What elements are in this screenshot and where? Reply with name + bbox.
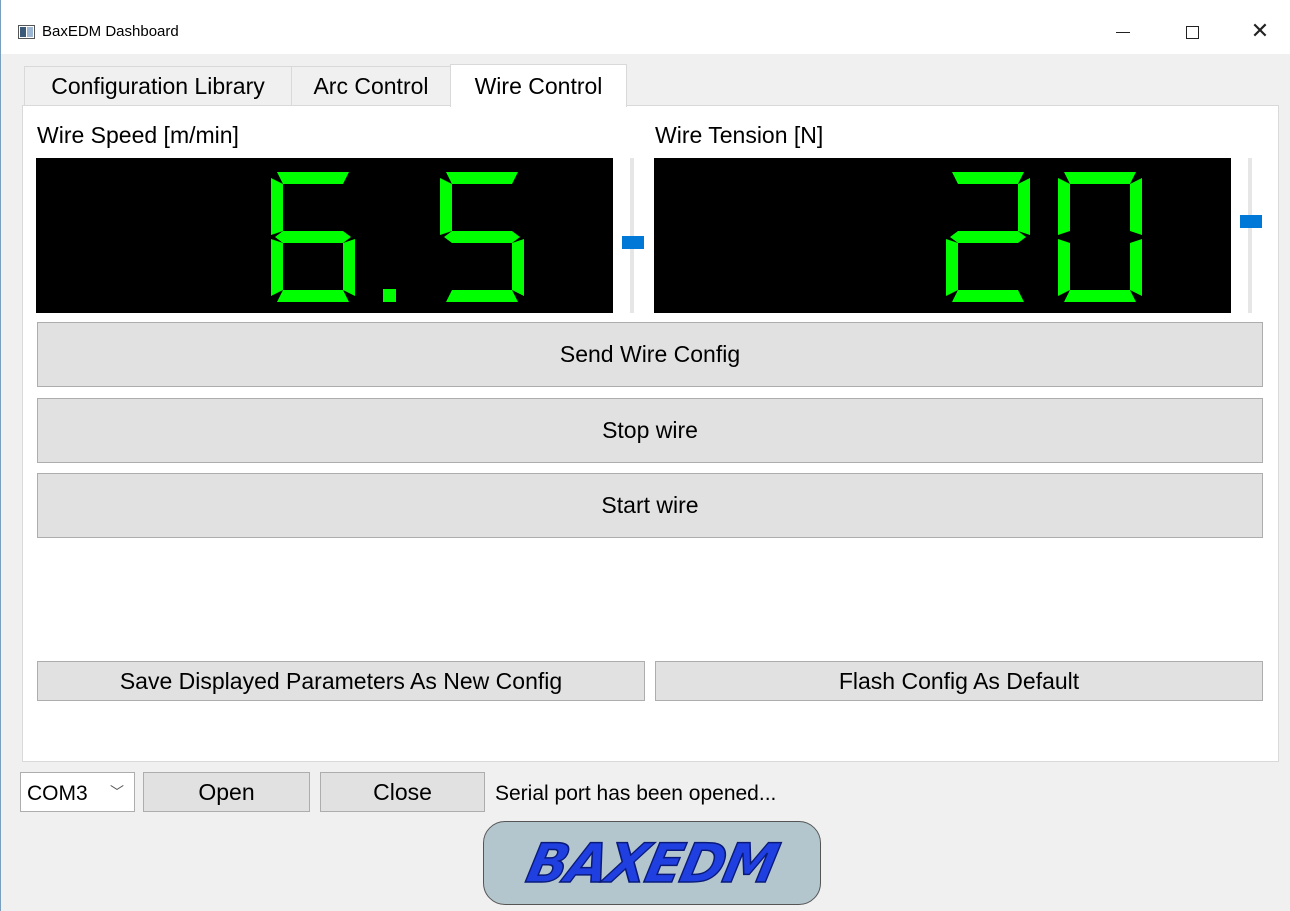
lcd-decimal-point [383, 289, 396, 302]
lcd-segment [446, 172, 518, 184]
app-icon [18, 25, 35, 39]
lcd-segment [950, 231, 1026, 243]
wire-speed-lcd [36, 158, 613, 313]
close-icon: ✕ [1250, 19, 1270, 44]
lcd-segment [446, 290, 518, 302]
lcd-segment [271, 178, 283, 235]
lcd-segment [1064, 290, 1136, 302]
lcd-segment [444, 231, 520, 243]
wire-tension-slider[interactable] [1248, 158, 1252, 313]
lcd-segment [1064, 172, 1136, 184]
lcd-segment [343, 239, 355, 296]
baxedm-logo: BAXEDM [483, 821, 821, 905]
flash-config-button[interactable]: Flash Config As Default [655, 661, 1263, 701]
serial-status: Serial port has been opened... [495, 782, 777, 805]
maximize-button[interactable] [1169, 14, 1215, 50]
save-config-button[interactable]: Save Displayed Parameters As New Config [37, 661, 645, 701]
wire-tension-slider-handle[interactable] [1240, 215, 1262, 228]
lcd-segment [440, 178, 452, 235]
close-window-button[interactable]: ✕ [1237, 14, 1283, 50]
stop-wire-button[interactable]: Stop wire [37, 398, 1263, 463]
start-wire-button[interactable]: Start wire [37, 473, 1263, 538]
com-port-select[interactable]: COM3 ﹀ [20, 772, 135, 812]
send-wire-config-button[interactable]: Send Wire Config [37, 322, 1263, 387]
wire-speed-label: Wire Speed [m/min] [37, 122, 239, 148]
lcd-segment [1130, 239, 1142, 296]
wire-tension-lcd-digits [946, 172, 1142, 302]
wire-speed-lcd-digits [271, 172, 524, 302]
lcd-segment [1130, 178, 1142, 235]
app-window: BaxEDM Dashboard ✕ Configuration Library… [0, 0, 1290, 911]
close-port-button[interactable]: Close [320, 772, 485, 812]
wire-tension-label: Wire Tension [N] [655, 122, 824, 148]
minimize-button[interactable] [1100, 14, 1146, 50]
open-port-button[interactable]: Open [143, 772, 310, 812]
lcd-segment [271, 239, 283, 296]
wire-tension-lcd [654, 158, 1231, 313]
tab-wire-control[interactable]: Wire Control [450, 64, 627, 107]
lcd-segment [512, 239, 524, 296]
minimize-icon [1116, 31, 1130, 33]
lcd-segment [275, 231, 351, 243]
logo-text: BAXEDM [521, 831, 784, 896]
lcd-segment [277, 290, 349, 302]
lcd-segment [1058, 239, 1070, 296]
title-bar: BaxEDM Dashboard ✕ [1, 0, 1290, 54]
lcd-segment [952, 290, 1024, 302]
lcd-segment [277, 172, 349, 184]
lcd-segment [1018, 178, 1030, 235]
wire-speed-slider-handle[interactable] [622, 236, 644, 249]
lcd-segment [1058, 178, 1070, 235]
tab-configuration-library[interactable]: Configuration Library [24, 66, 292, 106]
maximize-icon [1185, 25, 1199, 39]
tab-arc-control[interactable]: Arc Control [291, 66, 451, 106]
com-port-value: COM3 [27, 782, 88, 805]
lcd-segment [946, 239, 958, 296]
lcd-segment [952, 172, 1024, 184]
chevron-down-icon: ﹀ [110, 784, 124, 800]
window-title: BaxEDM Dashboard [42, 23, 179, 40]
